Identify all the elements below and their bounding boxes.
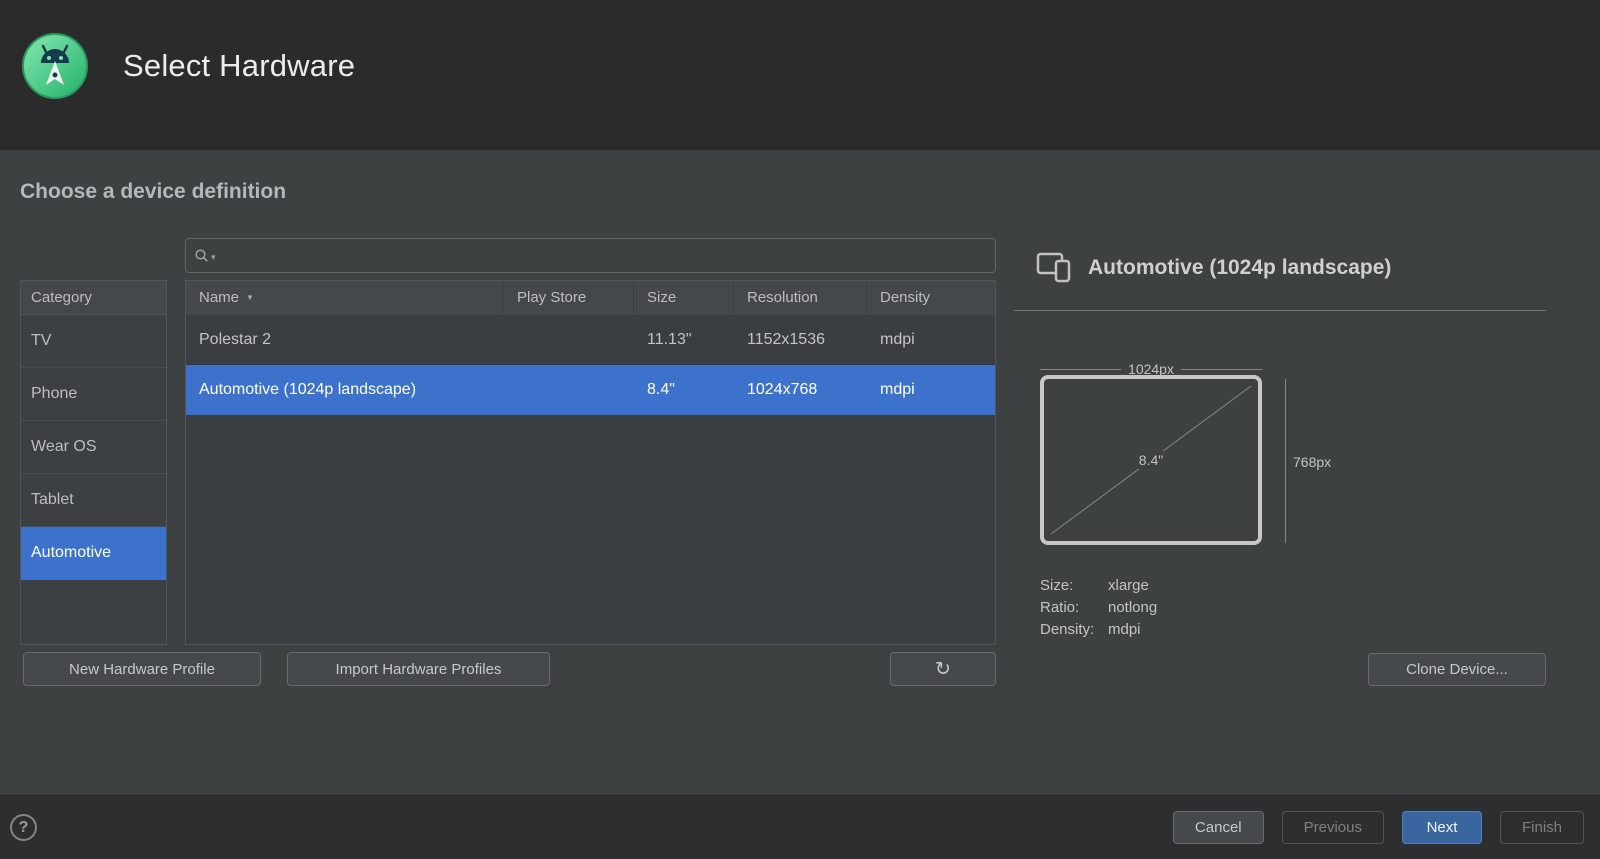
diagram-height-label: 768px xyxy=(1293,454,1331,470)
device-table: Name▼ Play Store Size Resolution Density… xyxy=(185,280,996,645)
category-item-tv[interactable]: TV xyxy=(21,315,166,368)
column-header-size[interactable]: Size xyxy=(634,281,734,315)
details-divider xyxy=(1014,310,1546,311)
device-table-header: Name▼ Play Store Size Resolution Density xyxy=(186,281,995,315)
wizard-buttons: Cancel Previous Next Finish xyxy=(1173,811,1584,844)
dialog-header: Select Hardware xyxy=(0,0,1600,150)
android-studio-logo-icon xyxy=(20,31,90,101)
diagram-diagonal-label: 8.4" xyxy=(1134,451,1168,469)
category-item-wear-os[interactable]: Wear OS xyxy=(21,421,166,474)
search-icon xyxy=(194,248,210,264)
category-column-header: Category xyxy=(21,281,166,315)
new-hardware-profile-button[interactable]: New Hardware Profile xyxy=(23,652,261,686)
refresh-devices-button[interactable]: ↻ xyxy=(890,652,996,686)
diagram-height-dimension-line xyxy=(1285,379,1286,543)
column-header-resolution[interactable]: Resolution xyxy=(734,281,867,315)
category-item-automotive[interactable]: Automotive xyxy=(21,527,166,580)
help-button[interactable]: ? xyxy=(10,814,37,841)
device-search-field: ▾ xyxy=(185,238,996,273)
search-input[interactable] xyxy=(220,247,987,264)
device-specs: Size: xlarge Ratio: notlong Density: mdp… xyxy=(1040,575,1157,641)
column-header-name[interactable]: Name▼ xyxy=(186,281,504,315)
section-heading: Choose a device definition xyxy=(20,180,286,204)
category-panel: Category TV Phone Wear OS Tablet Automot… xyxy=(20,280,167,645)
next-button[interactable]: Next xyxy=(1402,811,1482,844)
import-hardware-profiles-button[interactable]: Import Hardware Profiles xyxy=(287,652,550,686)
previous-button: Previous xyxy=(1282,811,1384,844)
column-header-density[interactable]: Density xyxy=(867,281,995,315)
selected-device-title: Automotive (1024p landscape) xyxy=(1088,256,1391,280)
refresh-icon: ↻ xyxy=(935,658,951,681)
spec-ratio: Ratio: notlong xyxy=(1040,597,1157,619)
clone-device-button[interactable]: Clone Device... xyxy=(1368,653,1546,686)
dialog-footer: ? Cancel Previous Next Finish xyxy=(0,795,1600,859)
finish-button: Finish xyxy=(1500,811,1584,844)
category-item-tablet[interactable]: Tablet xyxy=(21,474,166,527)
content-area: Choose a device definition ▾ Category TV… xyxy=(0,150,1600,795)
device-row-automotive-1024p-landscape[interactable]: Automotive (1024p landscape) 8.4" 1024x7… xyxy=(186,365,995,415)
dialog-title: Select Hardware xyxy=(123,48,355,84)
category-item-phone[interactable]: Phone xyxy=(21,368,166,421)
sort-desc-icon: ▼ xyxy=(246,293,254,302)
spec-density: Density: mdpi xyxy=(1040,619,1157,641)
search-options-caret-icon[interactable]: ▾ xyxy=(211,252,216,263)
column-header-play-store[interactable]: Play Store xyxy=(504,281,634,315)
help-icon: ? xyxy=(19,819,29,837)
device-screen-diagram: 8.4" xyxy=(1040,375,1262,545)
cancel-button[interactable]: Cancel xyxy=(1173,811,1264,844)
device-row-polestar-2[interactable]: Polestar 2 11.13" 1152x1536 mdpi xyxy=(186,315,995,365)
device-icon xyxy=(1036,250,1074,284)
spec-size: Size: xlarge xyxy=(1040,575,1157,597)
